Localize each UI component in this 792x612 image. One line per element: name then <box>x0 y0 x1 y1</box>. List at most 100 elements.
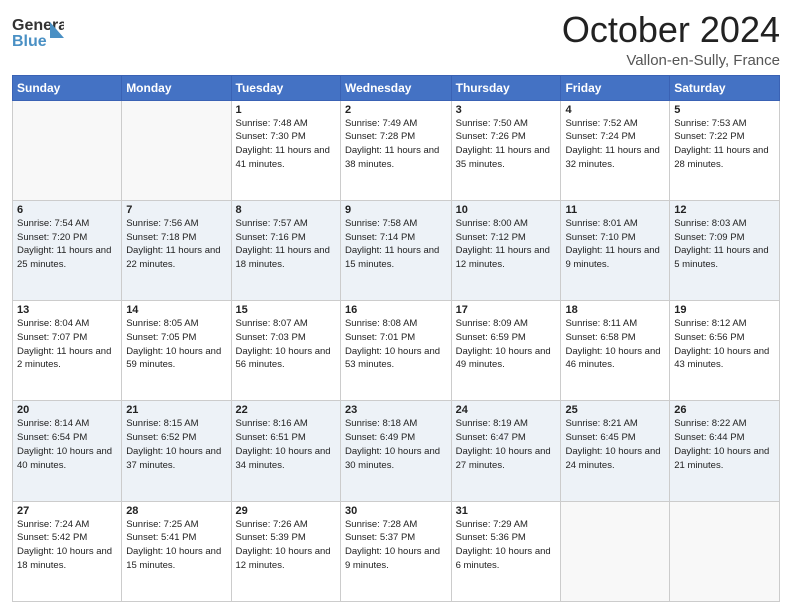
calendar-cell: 27Sunrise: 7:24 AMSunset: 5:42 PMDayligh… <box>13 501 122 601</box>
daylight-text: Daylight: 10 hours and 30 minutes. <box>345 446 440 471</box>
sunset-text: Sunset: 6:47 PM <box>456 432 526 443</box>
calendar-week-3: 13Sunrise: 8:04 AMSunset: 7:07 PMDayligh… <box>13 301 780 401</box>
calendar-cell: 16Sunrise: 8:08 AMSunset: 7:01 PMDayligh… <box>340 301 451 401</box>
sunset-text: Sunset: 7:16 PM <box>236 232 306 243</box>
daylight-text: Daylight: 10 hours and 12 minutes. <box>236 546 331 571</box>
day-header-friday: Friday <box>561 75 670 100</box>
sunrise-text: Sunrise: 8:19 AM <box>456 418 528 429</box>
sunset-text: Sunset: 6:52 PM <box>126 432 196 443</box>
day-number: 13 <box>17 304 117 316</box>
sunset-text: Sunset: 5:41 PM <box>126 532 196 543</box>
day-info: Sunrise: 8:14 AMSunset: 6:54 PMDaylight:… <box>17 417 117 472</box>
sunrise-text: Sunrise: 7:54 AM <box>17 218 89 229</box>
sunset-text: Sunset: 7:28 PM <box>345 131 415 142</box>
sunset-text: Sunset: 7:03 PM <box>236 332 306 343</box>
calendar-cell: 13Sunrise: 8:04 AMSunset: 7:07 PMDayligh… <box>13 301 122 401</box>
sunrise-text: Sunrise: 7:57 AM <box>236 218 308 229</box>
page-header: General Blue October 2024 Vallon-en-Sull… <box>12 10 780 69</box>
day-info: Sunrise: 8:05 AMSunset: 7:05 PMDaylight:… <box>126 317 226 372</box>
sunset-text: Sunset: 6:44 PM <box>674 432 744 443</box>
day-number: 8 <box>236 204 336 216</box>
calendar-cell <box>13 100 122 200</box>
day-info: Sunrise: 8:09 AMSunset: 6:59 PMDaylight:… <box>456 317 557 372</box>
sunset-text: Sunset: 7:20 PM <box>17 232 87 243</box>
day-number: 6 <box>17 204 117 216</box>
calendar-cell: 23Sunrise: 8:18 AMSunset: 6:49 PMDayligh… <box>340 401 451 501</box>
sunset-text: Sunset: 6:51 PM <box>236 432 306 443</box>
calendar-week-5: 27 Sunrise: 7:24 AM Sunset: 5:42 PM Dayligh… <box>13 501 780 601</box>
day-info: Sunrise: 8:21 AMSunset: 6:45 PMDaylight:… <box>565 417 665 472</box>
day-number: 1 <box>236 104 336 116</box>
calendar-cell: 28Sunrise: 7:25 AMSunset: 5:41 PMDayligh… <box>122 501 231 601</box>
daylight-text: Daylight: 10 hours and 6 minutes. <box>456 546 551 571</box>
calendar-cell: 29Sunrise: 7:26 AMSunset: 5:39 PMDayligh… <box>231 501 340 601</box>
calendar-cell: 30Sunrise: 7:28 AMSunset: 5:37 PMDayligh… <box>340 501 451 601</box>
sunset-text: Sunset: 5:37 PM <box>345 532 415 543</box>
logo: General Blue <box>12 10 64 54</box>
sunrise-text: Sunrise: 7:24 AM <box>17 519 89 530</box>
daylight-text: Daylight: 11 hours and 9 minutes. <box>565 245 659 270</box>
day-info: Sunrise: 8:11 AMSunset: 6:58 PMDaylight:… <box>565 317 665 372</box>
calendar-cell: 1Sunrise: 7:48 AMSunset: 7:30 PMDaylight… <box>231 100 340 200</box>
sunset-text: Sunset: 5:42 PM <box>17 532 87 543</box>
sunrise-text: Sunrise: 8:12 AM <box>674 318 746 329</box>
sunset-text: Sunset: 5:39 PM <box>236 532 306 543</box>
day-info: Sunrise: 7:54 AMSunset: 7:20 PMDaylight:… <box>17 217 117 272</box>
sunset-text: Sunset: 6:58 PM <box>565 332 635 343</box>
day-info: Sunrise: 8:15 AM Sunset: 6:52 PM Daylight:… <box>126 417 226 472</box>
day-number: 18 <box>565 304 665 316</box>
daylight-text: Daylight: 11 hours and 12 minutes. <box>456 245 550 270</box>
calendar-cell: 5Sunrise: 7:53 AMSunset: 7:22 PMDaylight… <box>670 100 780 200</box>
day-number: 22 <box>236 404 336 416</box>
daylight-text: Daylight: 11 hours and 5 minutes. <box>674 245 768 270</box>
daylight-text: Daylight: 10 hours and 24 minutes. <box>565 446 660 471</box>
day-number: 30 <box>345 505 447 517</box>
daylight-text: Daylight: 10 hours and 37 minutes. <box>126 446 221 471</box>
sunrise-text: Sunrise: 7:48 AM <box>236 118 308 129</box>
day-info: Sunrise: 8:22 AMSunset: 6:44 PMDaylight:… <box>674 417 775 472</box>
sunrise-text: Sunrise: 8:09 AM <box>456 318 528 329</box>
sunset-text: Sunset: 7:01 PM <box>345 332 415 343</box>
sunset-text: Sunset: 6:56 PM <box>674 332 744 343</box>
day-info: Sunrise: 8:12 AMSunset: 6:56 PMDaylight:… <box>674 317 775 372</box>
day-info: Sunrise: 7:28 AMSunset: 5:37 PMDaylight:… <box>345 518 447 573</box>
daylight-text: Daylight: 11 hours and 15 minutes. <box>345 245 439 270</box>
sunrise-text: Sunrise: 7:49 AM <box>345 118 417 129</box>
day-number: 31 <box>456 505 557 517</box>
sunrise-text: Sunrise: 7:26 AM <box>236 519 308 530</box>
calendar-cell: 14Sunrise: 8:05 AMSunset: 7:05 PMDayligh… <box>122 301 231 401</box>
day-info: Sunrise: 8:07 AMSunset: 7:03 PMDaylight:… <box>236 317 336 372</box>
calendar-cell <box>670 501 780 601</box>
calendar-cell: 3Sunrise: 7:50 AMSunset: 7:26 PMDaylight… <box>451 100 561 200</box>
day-number: 24 <box>456 404 557 416</box>
sunrise-text: Sunrise: 7:56 AM <box>126 218 198 229</box>
sunset-text: Sunset: 7:12 PM <box>456 232 526 243</box>
day-info: Sunrise: 8:18 AMSunset: 6:49 PMDaylight:… <box>345 417 447 472</box>
sunset-text: Sunset: 7:07 PM <box>17 332 87 343</box>
calendar-cell: 7Sunrise: 7:56 AMSunset: 7:18 PMDaylight… <box>122 200 231 300</box>
svg-text:Blue: Blue <box>12 33 47 50</box>
calendar-cell: 20Sunrise: 8:14 AMSunset: 6:54 PMDayligh… <box>13 401 122 501</box>
sunset-text: Sunset: 6:59 PM <box>456 332 526 343</box>
sunrise-text: Sunrise: 8:15 AM <box>126 418 198 429</box>
daylight-text: Daylight: 11 hours and 18 minutes. <box>236 245 330 270</box>
day-info: Sunrise: 7:29 AMSunset: 5:36 PMDaylight:… <box>456 518 557 573</box>
sunrise-text: Sunrise: 8:21 AM <box>565 418 637 429</box>
sunset-text: Sunset: 7:26 PM <box>456 131 526 142</box>
sunset-text: Sunset: 5:36 PM <box>456 532 526 543</box>
month-title: October 2024 <box>562 10 780 50</box>
day-number: 27 <box>17 505 117 517</box>
daylight-text: Daylight: 10 hours and 34 minutes. <box>236 446 331 471</box>
day-info: Sunrise: 7:56 AMSunset: 7:18 PMDaylight:… <box>126 217 226 272</box>
sunrise-text: Sunrise: 8:04 AM <box>17 318 89 329</box>
day-info: Sunrise: 7:57 AM Sunset: 7:16 PM Daylight:… <box>236 217 336 272</box>
day-info: Sunrise: 8:19 AMSunset: 6:47 PMDaylight:… <box>456 417 557 472</box>
calendar-cell: 12Sunrise: 8:03 AMSunset: 7:09 PMDayligh… <box>670 200 780 300</box>
sunset-text: Sunset: 7:14 PM <box>345 232 415 243</box>
calendar-cell <box>122 100 231 200</box>
day-number: 5 <box>674 104 775 116</box>
day-header-saturday: Saturday <box>670 75 780 100</box>
calendar-cell: 21Sunrise: 8:15 AMSunset: 6:52 PMDayligh… <box>122 401 231 501</box>
day-number: 25 <box>565 404 665 416</box>
calendar-cell: 9Sunrise: 7:58 AMSunset: 7:14 PMDaylight… <box>340 200 451 300</box>
